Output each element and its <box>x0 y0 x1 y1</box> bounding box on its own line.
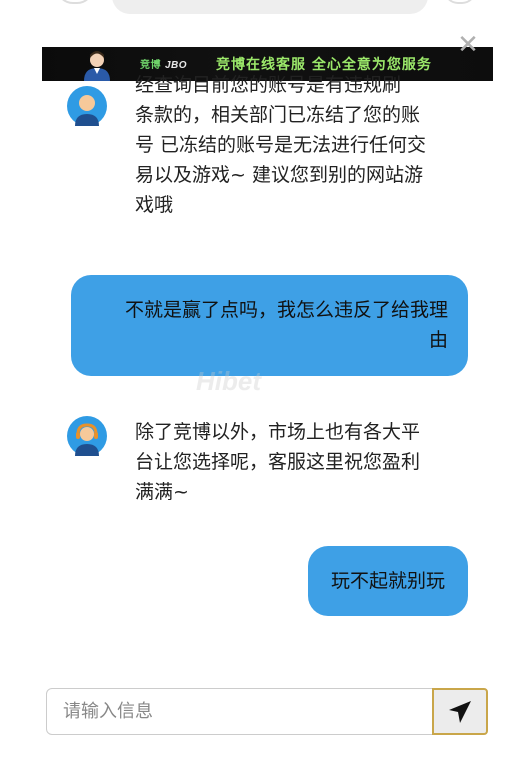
msg-line: 由 <box>428 329 448 351</box>
chat-page: 竞博 JBO 竞博在线客服 全心全意为您服务 ✕ 经查询目前您的账号是有违规刷 条… <box>0 0 514 761</box>
msg-line: 台让您选择呢，客服这里祝您盈利 <box>135 451 421 473</box>
user-message-2: 玩不起就别玩 <box>308 546 468 616</box>
agent-message-1: 经查询目前您的账号是有违规刷 条款的，相关部门已冻结了您的账 号 已冻结的账号是… <box>135 74 451 220</box>
agent-message-2: 除了竞博以外，市场上也有各大平 台让您选择呢，客服这里祝您盈利 满满~ <box>135 417 451 507</box>
banner-agent-icon <box>84 51 110 81</box>
msg-line: 条款的，相关部门已冻结了您的账 <box>135 104 421 126</box>
agent-message-1-partial-line: 经查询目前您的账号是有违规刷 <box>135 74 402 96</box>
msg-line: 易以及游戏~ 建议您到别的网站游 <box>135 164 423 186</box>
msg-line: 除了竞博以外，市场上也有各大平 <box>135 421 421 443</box>
send-arrow-icon <box>449 700 471 723</box>
menu-icon[interactable] <box>444 0 476 4</box>
user-message-1: 不就是赢了点吗，我怎么违反了给我理 由 <box>71 275 468 376</box>
watermark: Hibet <box>196 366 261 396</box>
message-input-bar <box>46 688 488 735</box>
banner-logo: 竞博 JBO <box>140 56 187 71</box>
msg-line: 玩不起就别玩 <box>330 570 445 592</box>
msg-line: 不就是赢了点吗，我怎么违反了给我理 <box>124 299 448 321</box>
top-search-bar[interactable] <box>112 0 428 14</box>
agent-avatar-icon <box>67 86 107 126</box>
agent-avatar-icon <box>67 416 107 456</box>
message-input[interactable] <box>46 688 434 735</box>
back-icon[interactable] <box>56 0 94 4</box>
send-button[interactable] <box>432 688 488 735</box>
agent-message-1-cut: 经查询目前您的账号是有违规刷 <box>135 70 451 100</box>
msg-line: 号 已冻结的账号是无法进行任何交 <box>135 134 427 156</box>
close-icon[interactable]: ✕ <box>456 32 480 58</box>
msg-line: 满满~ <box>135 481 189 503</box>
msg-line: 戏哦 <box>135 194 174 216</box>
